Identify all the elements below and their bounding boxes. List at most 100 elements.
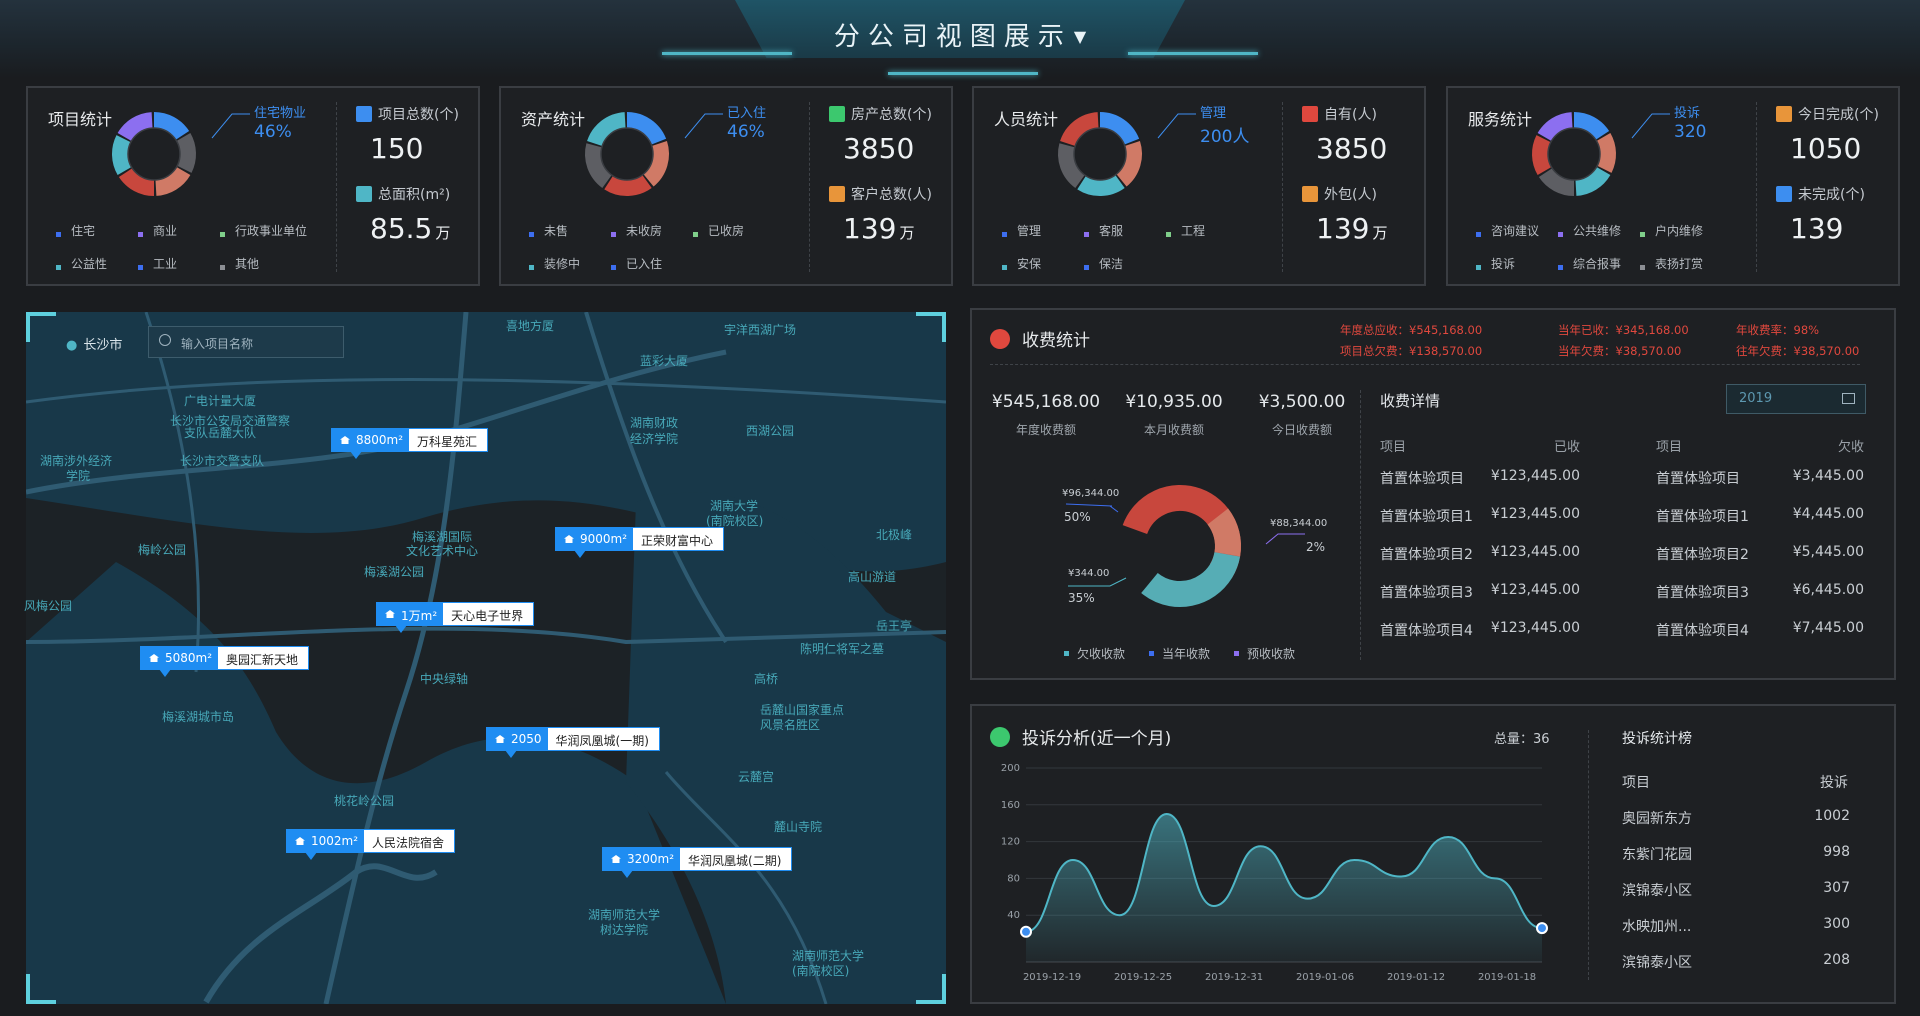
rank-header-count: 投诉	[1820, 775, 1848, 791]
map-place-label: 长沙市交警支队	[180, 454, 265, 468]
kpi-icon	[1776, 186, 1792, 202]
map-project-pin[interactable]: 8800m² 万科星苑汇	[331, 428, 489, 459]
home-icon-area: 3200m²	[603, 848, 681, 870]
pin-project-name: 奥园汇新天地	[218, 647, 309, 669]
legend-item: 咨询建议	[1476, 222, 1558, 247]
page-title[interactable]: 分公司视图展示 ▼	[0, 16, 1920, 53]
stat-divider	[336, 102, 337, 272]
stat-card-title: 项目统计	[48, 110, 113, 129]
city-selector[interactable]: ● 长沙市	[66, 334, 122, 353]
rank-project: 奥园新东方	[1622, 811, 1692, 827]
map-place-label: 经济学院	[630, 432, 679, 446]
chevron-down-icon[interactable]: ▼	[1074, 27, 1086, 46]
calendar-icon	[1842, 393, 1855, 404]
fee-table-cell: 首置体验项目	[1380, 471, 1464, 487]
map-place-label: 喜地方厦	[506, 319, 555, 333]
kpi-icon	[356, 106, 372, 122]
map-place-label: 梅溪湖城市岛	[162, 710, 235, 724]
map-place-label: 云麓宫	[738, 770, 775, 784]
home-icon-area: 1002m²	[287, 830, 365, 852]
complaint-title: 投诉分析(近一个月)	[990, 724, 1171, 749]
map-place-label: 高山游道	[848, 570, 897, 584]
donut-highlight-value: 46%	[254, 122, 292, 142]
map-place-label: 高桥	[754, 672, 779, 686]
fee-table-cell: ¥123,445.00	[1490, 620, 1580, 636]
map-place-label: 梅岭公园	[138, 543, 187, 557]
donut-highlight-value: 320	[1674, 122, 1707, 142]
map-place-label: 广电计量大厦	[184, 394, 257, 408]
fee-donut-label-0-amount: ¥96,344.00	[1062, 488, 1120, 499]
chart-point[interactable]	[1020, 925, 1032, 938]
donut-leader-line	[1157, 113, 1196, 139]
donut-leader-line	[211, 113, 250, 139]
fee-table-cell: 首置体验项目1	[1656, 509, 1749, 525]
chart-area-fill	[1026, 814, 1542, 962]
legend-item: 工业	[138, 255, 220, 280]
legend-item: 公共维修	[1558, 222, 1640, 247]
monthly-fee-value: ¥10,935.00	[1125, 392, 1223, 412]
year-picker[interactable]: 2019	[1726, 384, 1866, 414]
fee-table-cell: ¥123,445.00	[1490, 506, 1580, 522]
fee-donut-legend: 欠收收款 当年收款 预收收款	[1064, 645, 1295, 662]
map-project-pin[interactable]: 5080m² 奥园汇新天地	[140, 646, 310, 677]
fee-donut-label-0-pct: 50%	[1064, 510, 1091, 524]
stat-divider	[809, 102, 810, 272]
map-place-label: 桃花岭公园	[334, 794, 395, 808]
y-tick-label: 80	[1007, 873, 1020, 884]
kpi-icon	[1776, 106, 1792, 122]
map-place-label: 学院	[66, 469, 91, 483]
search-icon	[159, 334, 171, 346]
fee-table-header: 欠收	[1837, 440, 1864, 455]
legend-item: 装修中	[529, 255, 611, 280]
map-project-pin[interactable]: 1万m² 天心电子世界	[376, 602, 535, 633]
asset-stat-card: 资产统计 已入住 46% 未售 未收房 已收房 装修中 已入住 房产总数(个) 3850…	[499, 86, 953, 286]
y-tick-label: 200	[1001, 763, 1020, 774]
corner-bottom-right	[916, 974, 946, 1004]
fee-table-header: 已收	[1553, 440, 1580, 455]
stat-donut	[1058, 112, 1142, 196]
fee-table-header: 项目	[1656, 440, 1683, 455]
donut-leader-line	[684, 113, 723, 139]
kpi-1: 客户总数(人) 139 万	[829, 184, 932, 245]
legend-item: 保洁	[1084, 255, 1166, 280]
fee-table-cell: ¥123,445.00	[1490, 468, 1580, 484]
stat-legend: 管理 客服 工程 安保 保洁	[1002, 222, 1292, 288]
legend-item: 投诉	[1476, 255, 1558, 280]
rank-count: 208	[1823, 952, 1850, 968]
kpi-0: 房产总数(个) 3850	[829, 104, 932, 165]
pin-project-name: 人民法院宿舍	[364, 830, 455, 852]
map-place-label: 麓山寺院	[774, 820, 823, 834]
kpi-0: 自有(人) 3850	[1302, 104, 1390, 165]
y-tick-label: 40	[1007, 910, 1020, 921]
fee-summary-4: 当年欠费：¥38,570.00	[1558, 344, 1682, 358]
map-project-pin[interactable]: 2050 华润凤凰城(一期)	[486, 727, 660, 758]
stat-donut	[1532, 112, 1616, 196]
map-project-pin[interactable]: 1002m² 人民法院宿舍	[286, 829, 456, 860]
legend-item: 当年收款	[1149, 645, 1210, 662]
fee-detail-title: 收费详情	[1380, 392, 1441, 410]
kpi-icon	[829, 186, 845, 202]
donut-highlight-label: 投诉	[1674, 106, 1701, 121]
fee-table-cell: ¥4,445.00	[1792, 506, 1864, 522]
home-icon-area: 5080m²	[141, 647, 219, 669]
fee-summary-0: 年度总应收：¥545,168.00	[1340, 323, 1483, 337]
rank-project: 水映加州...	[1622, 919, 1692, 935]
fee-table-cell: 首置体验项目1	[1380, 509, 1473, 525]
map-project-pin[interactable]: 3200m² 华润凤凰城(二期)	[602, 847, 793, 878]
map-place-label: (南院校区)	[792, 964, 850, 978]
complaint-total: 总量：36	[1494, 732, 1550, 747]
legend-item: 综合报事	[1558, 255, 1640, 280]
project-search-input[interactable]: 输入项目名称	[148, 326, 344, 358]
map-place-label: 陈明仁将军之墓	[800, 642, 885, 656]
legend-item: 工程	[1166, 222, 1258, 247]
map-project-pin[interactable]: 9000m² 正荣财富中心	[555, 527, 725, 558]
map-place-label: 蓝彩大厦	[640, 354, 689, 368]
fee-donut-label-2-amount: ¥344.00	[1068, 568, 1110, 579]
header-glow-center	[888, 72, 1038, 75]
rank-count: 998	[1823, 844, 1850, 860]
legend-item: 欠收收款	[1064, 645, 1125, 662]
map-place-label: 宇洋西湖广场	[724, 323, 797, 337]
donut-highlight-label: 住宅物业	[254, 106, 307, 121]
chart-point[interactable]	[1536, 922, 1548, 935]
rank-project: 东紫门花园	[1622, 847, 1692, 863]
